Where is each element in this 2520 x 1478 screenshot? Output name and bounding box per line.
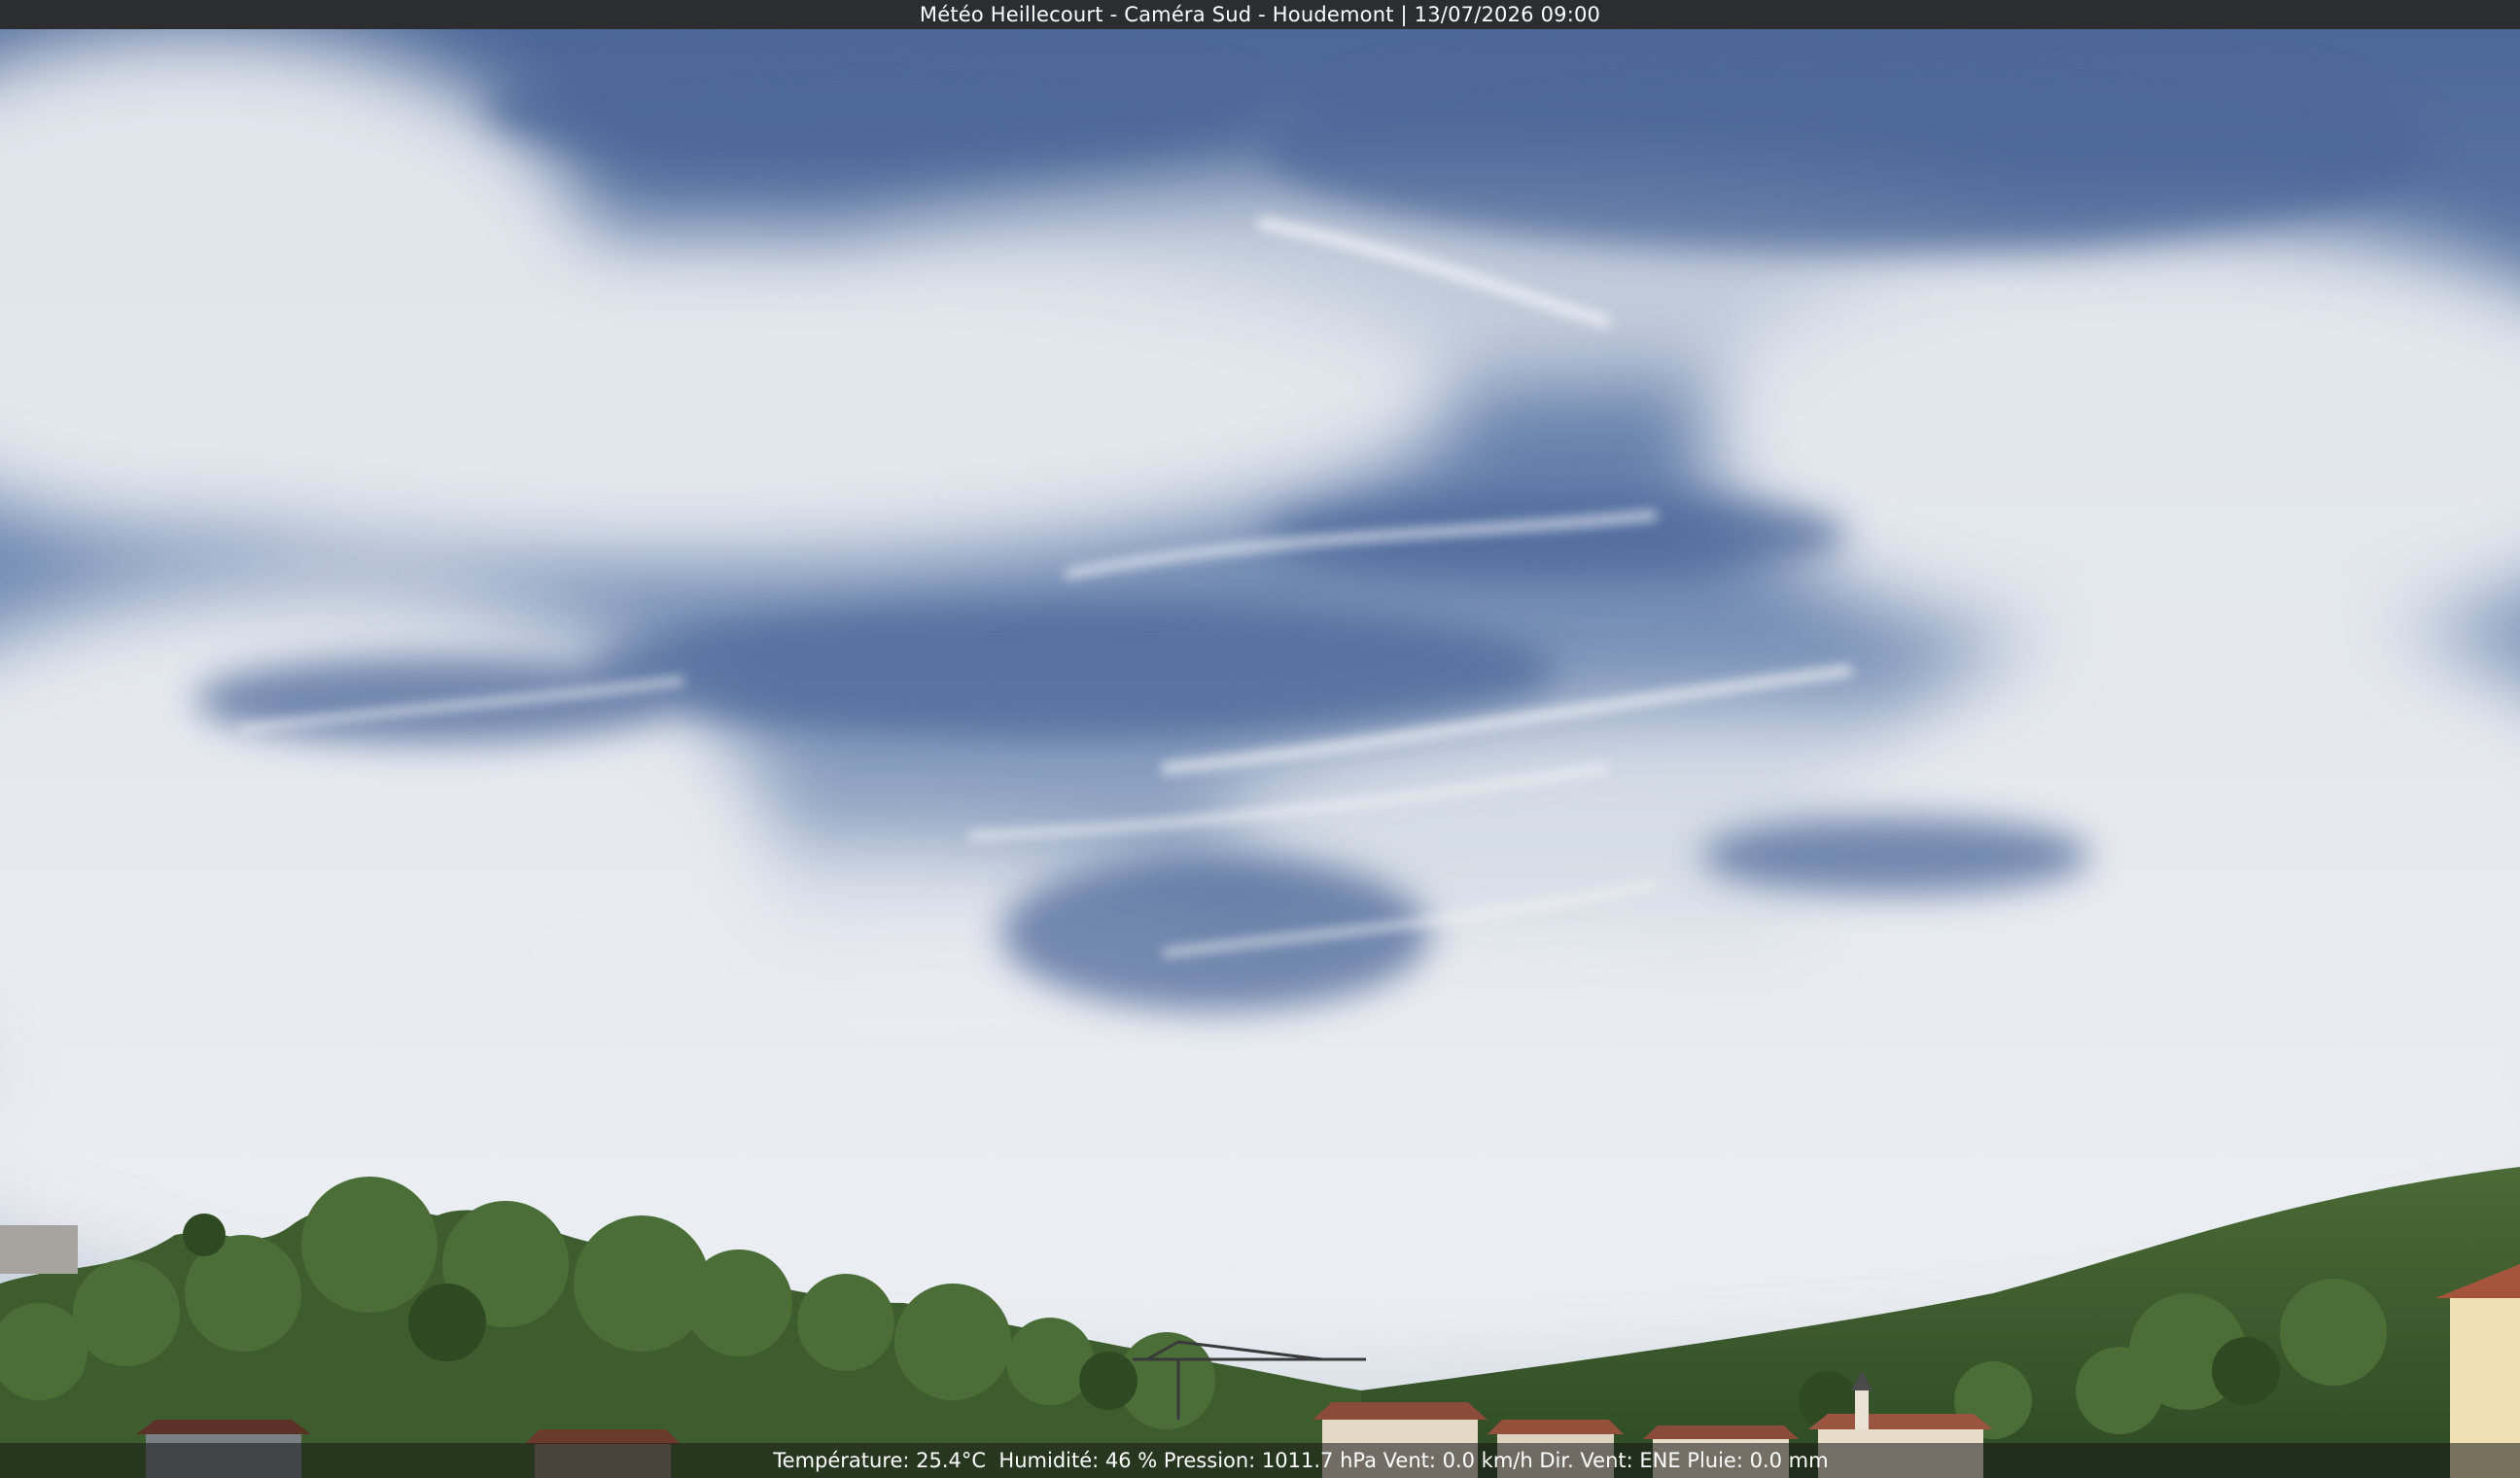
webcam-title-bar: Météo Heillecourt - Caméra Sud - Houdemo… xyxy=(0,0,2520,29)
webcam-title: Météo Heillecourt - Caméra Sud - Houdemo… xyxy=(919,3,1601,26)
weather-readout: Température: 25.4°C Humidité: 46 % Press… xyxy=(773,1449,1829,1472)
weather-readout-bar: Température: 25.4°C Humidité: 46 % Press… xyxy=(0,1443,2520,1478)
webcam-scene xyxy=(0,29,2520,1478)
webcam-frame: Météo Heillecourt - Caméra Sud - Houdemo… xyxy=(0,0,2520,1478)
